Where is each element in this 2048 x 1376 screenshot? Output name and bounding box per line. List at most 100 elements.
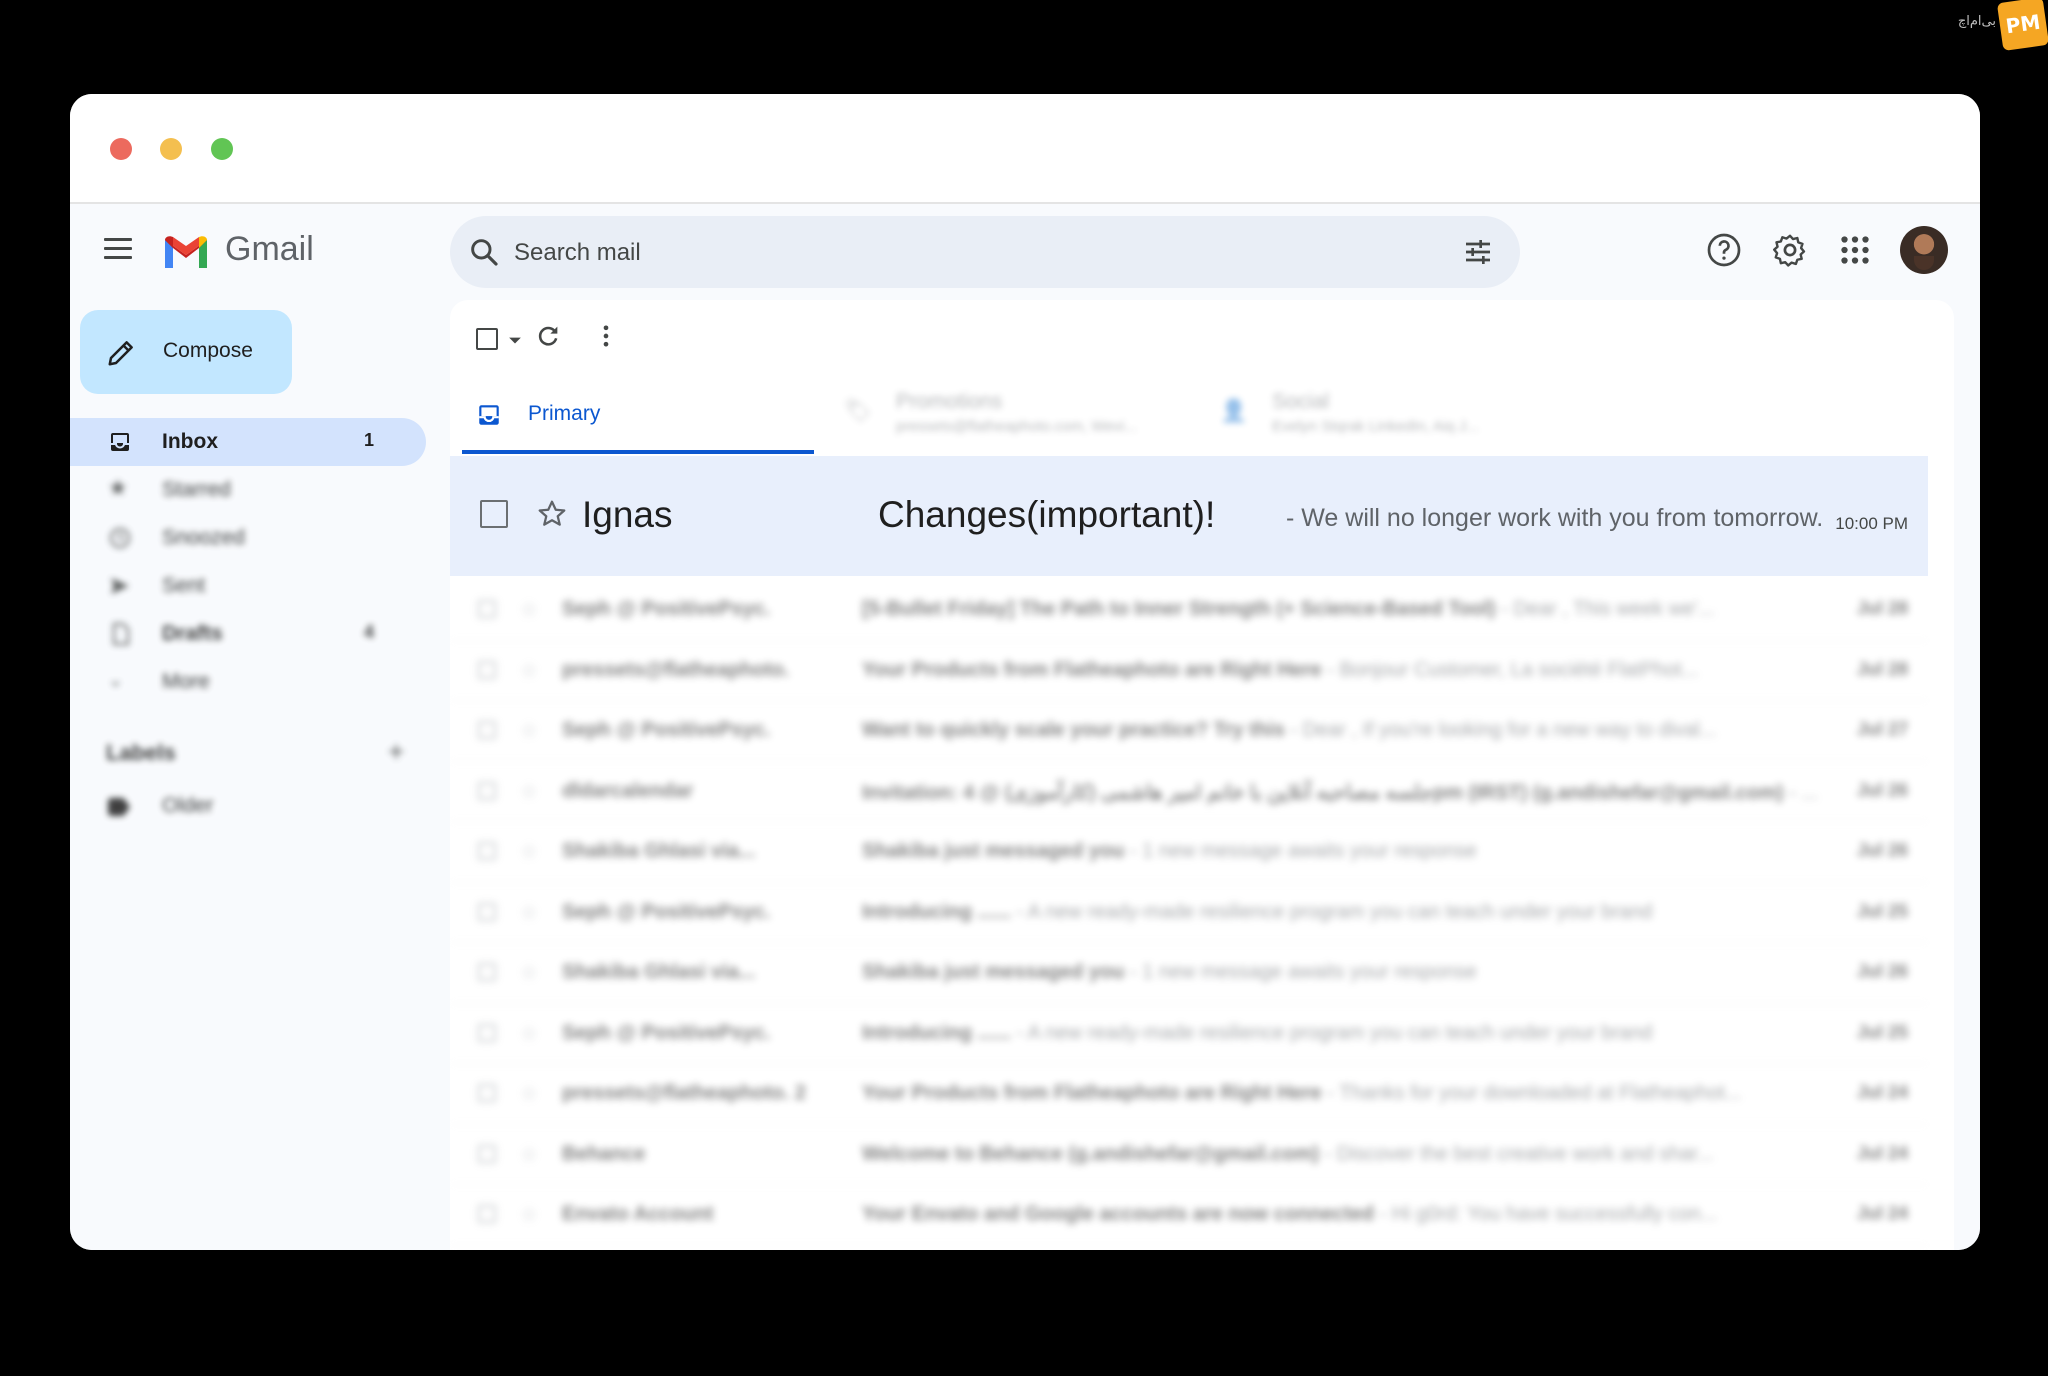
- star-icon[interactable]: ☆: [520, 718, 538, 743]
- apps-grid-icon[interactable]: [1837, 232, 1873, 268]
- title-bar: [70, 94, 1980, 204]
- email-checkbox[interactable]: [478, 600, 496, 618]
- sidebar-item-starred[interactable]: ★ Starred: [70, 466, 426, 514]
- minimize-window-button[interactable]: [160, 138, 182, 160]
- email-subject-text: Introducing ......: [862, 900, 1011, 923]
- tab-primary[interactable]: Primary: [462, 380, 814, 454]
- star-icon[interactable]: ☆: [520, 960, 538, 985]
- email-row[interactable]: ☆ Behance Welcome to Behance (g.andishefar…: [450, 1125, 1928, 1185]
- clock-icon: [110, 528, 130, 548]
- email-checkbox[interactable]: [478, 842, 496, 860]
- email-checkbox[interactable]: [478, 1205, 496, 1223]
- email-checkbox[interactable]: [478, 781, 496, 800]
- label-name: Older: [162, 794, 214, 817]
- compose-label: Compose: [163, 339, 253, 362]
- select-all-checkbox[interactable]: [476, 328, 498, 350]
- email-checkbox[interactable]: [478, 902, 496, 921]
- email-row[interactable]: ☆ Shakiba Ghlasi via... Shakiba just messa…: [450, 822, 1928, 883]
- compose-button[interactable]: Compose: [80, 310, 292, 394]
- help-icon[interactable]: [1706, 232, 1742, 268]
- tag-icon: 🏷: [844, 398, 872, 423]
- email-date: Jul 26: [1856, 840, 1908, 860]
- email-row[interactable]: ☆ Seph @ PositivePsyc. [5-Bullet Friday] T…: [450, 580, 1928, 641]
- more-options-icon[interactable]: [592, 322, 620, 350]
- star-icon[interactable]: ☆: [520, 900, 538, 925]
- star-icon[interactable]: ☆: [520, 1021, 538, 1046]
- inbox-icon: [111, 433, 129, 451]
- star-icon[interactable]: ☆: [520, 839, 538, 864]
- close-window-button[interactable]: [110, 138, 132, 160]
- email-snippet: - Discover the best creative work and sh…: [1319, 1142, 1714, 1165]
- sidebar-item-sent[interactable]: Sent: [70, 562, 426, 610]
- star-icon[interactable]: ☆: [520, 658, 538, 683]
- tab-label: Social: [1272, 390, 1330, 413]
- refresh-icon[interactable]: [534, 322, 562, 350]
- select-dropdown-icon[interactable]: [506, 326, 524, 354]
- email-row[interactable]: ☆ Envato Account Your Envato and Google ac…: [450, 1185, 1928, 1246]
- email-subject: Welcome to Behance (g.andishefar@gmail.c…: [862, 1143, 1714, 1166]
- email-checkbox[interactable]: [478, 1023, 496, 1042]
- watermark-text: بی‌ام‌اچ: [1957, 14, 1996, 29]
- email-sender: pressets@flatheaphoto. 2: [562, 1082, 807, 1104]
- settings-icon[interactable]: [1772, 232, 1808, 268]
- email-checkbox[interactable]: [480, 500, 508, 528]
- sidebar-item-drafts[interactable]: Drafts 4: [70, 610, 426, 658]
- email-row[interactable]: ☆ Seph @ PositivePsyc. Want to quickly sca…: [450, 701, 1928, 762]
- email-snippet: - ...: [1783, 781, 1818, 804]
- mail-toolbar: [450, 300, 1954, 370]
- email-subject: Your Envato and Google accounts are now …: [862, 1203, 1717, 1226]
- email-row[interactable]: ☆ pressets@flatheaphoto. Your Products fro…: [450, 641, 1928, 701]
- account-avatar[interactable]: [1900, 226, 1948, 274]
- label-item-older[interactable]: Older: [106, 786, 406, 826]
- email-row-featured[interactable]: Ignas Changes(important)! - We will no l…: [450, 456, 1928, 576]
- email-checkbox[interactable]: [478, 1144, 496, 1163]
- menu-icon[interactable]: [104, 236, 134, 260]
- sidebar-item-inbox[interactable]: Inbox 1: [70, 418, 426, 466]
- email-list: ☆ Seph @ PositivePsyc. [5-Bullet Friday] T…: [450, 580, 1928, 1246]
- email-snippet: - 1 new message awaits your response: [1124, 961, 1477, 983]
- star-icon[interactable]: [536, 498, 568, 530]
- search-options-icon[interactable]: [1462, 236, 1494, 268]
- star-icon[interactable]: ☆: [520, 1202, 538, 1227]
- search-icon[interactable]: [468, 236, 500, 268]
- tab-promotions[interactable]: 🏷 Promotions pressets@flatheaphoto.com, …: [830, 380, 1190, 450]
- add-label-button[interactable]: +: [388, 736, 404, 768]
- sidebar-item-snoozed[interactable]: Snoozed: [70, 514, 426, 562]
- email-row[interactable]: ☆ pressets@flatheaphoto. 2 Your Products f…: [450, 1064, 1928, 1125]
- star-icon[interactable]: ☆: [520, 1142, 538, 1167]
- email-subject-text: Introducing ......: [862, 1021, 1011, 1044]
- sidebar-item-more[interactable]: ⌄ More: [70, 658, 426, 706]
- email-sender: Seph @ PositivePsyc.: [562, 719, 771, 741]
- email-checkbox[interactable]: [478, 721, 496, 739]
- email-checkbox[interactable]: [478, 963, 496, 981]
- email-subject: Your Products from Flatheaphoto are Righ…: [862, 1082, 1742, 1105]
- email-subject: [5-Bullet Friday] The Path to Inner Stre…: [862, 598, 1715, 621]
- maximize-window-button[interactable]: [211, 138, 233, 160]
- email-subject: Invitation: جلسه مصاحبه آنلاین با خانم ا…: [862, 780, 1818, 805]
- email-sender: pressets@flatheaphoto.: [562, 658, 790, 681]
- star-icon[interactable]: ☆: [520, 1081, 538, 1106]
- search-input[interactable]: [512, 230, 1416, 276]
- email-row[interactable]: ☆ Seph @ PositivePsyc. Introducing ...... …: [450, 883, 1928, 943]
- email-checkbox[interactable]: [478, 1084, 496, 1102]
- email-subject-text: [5-Bullet Friday] The Path to Inner Stre…: [862, 598, 1496, 620]
- label-icon: [108, 798, 130, 816]
- labels-heading: Labels: [106, 740, 176, 765]
- email-checkbox[interactable]: [478, 660, 496, 679]
- star-icon[interactable]: ☆: [520, 779, 538, 804]
- watermark: بی‌ام‌اچ PM: [1886, 0, 2048, 52]
- sidebar-item-label: More: [162, 670, 210, 693]
- email-sender: Shakiba Ghlasi via...: [562, 961, 756, 983]
- email-row[interactable]: ☆ Shakiba Ghlasi via... Shakiba just messa…: [450, 943, 1928, 1004]
- email-subject-text: Invitation: جلسه مصاحبه آنلاین با خانم ا…: [862, 781, 1784, 804]
- tab-social[interactable]: 👤 Social Evelyn Stqrak LinkedIn, Aiq J..…: [1206, 380, 1566, 450]
- star-icon[interactable]: ☆: [520, 597, 538, 622]
- email-row[interactable]: ☆ dldarcalendar Invitation: جلسه مصاحبه آن…: [450, 762, 1928, 822]
- email-sender: Seph @ PositivePsyc.: [562, 1021, 771, 1044]
- email-subject-text: Shakiba just messaged you: [862, 961, 1125, 983]
- pencil-icon: [108, 341, 133, 366]
- email-snippet: - Bonjour Customer, La société FlatPhot.…: [1321, 658, 1699, 681]
- email-date: Jul 26: [1856, 779, 1908, 800]
- email-row[interactable]: ☆ Seph @ PositivePsyc. Introducing ...... …: [450, 1004, 1928, 1064]
- browser-window: Gmail Search mail Compose Inbox 1 ★ Star…: [70, 94, 1980, 1250]
